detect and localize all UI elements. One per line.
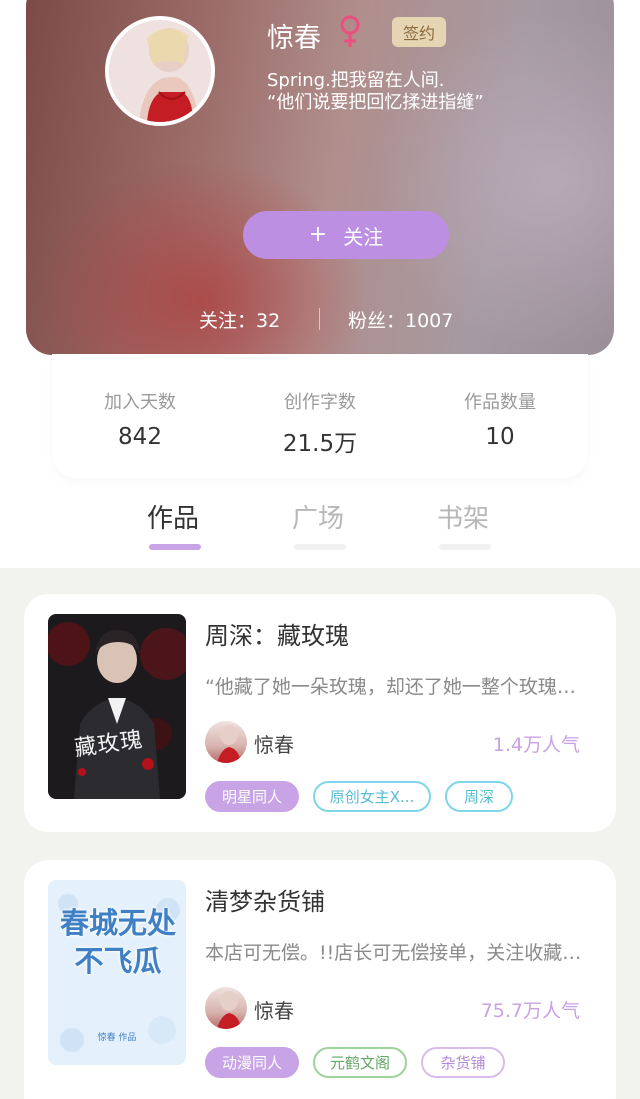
book-title[interactable]: 清梦杂货铺 [205,882,325,917]
author-name[interactable]: 惊春 [254,995,294,1024]
author-name[interactable]: 惊春 [254,729,294,758]
profile-name: 惊春 [267,23,321,54]
follow-button[interactable]: + 关注 [243,211,449,259]
signed-badge: 签约 [392,17,446,47]
tab-square[interactable]: 广场 [292,498,344,535]
stat-value: 10 [485,424,515,450]
book-cover-image-icon [48,614,186,799]
cover-subtitle: 惊春 作品 [97,1033,137,1043]
tag[interactable]: 杂货铺 [421,1047,505,1078]
stat-works-count: 作品数量 10 [420,388,580,450]
tab-bookshelf[interactable]: 书架 [437,498,489,535]
stat-label: 加入天数 [104,392,176,413]
book-card[interactable]: 春城无处不飞瓜 惊春 作品 清梦杂货铺 本店可无偿。!!店长可无偿接单，关注收藏… [24,860,616,1099]
book-card[interactable]: 藏玫瑰 周深：藏玫瑰 “他藏了她一朵玫瑰，却还了她一整个玫瑰园” 惊春 1.4万… [24,594,616,832]
follow-button-label: 关注 [343,224,384,249]
tag-list: 动漫同人 元鹤文阁 杂货铺 [205,1047,505,1078]
book-description: 本店可无偿。!!店长可无偿接单，关注收藏点赞即可 [205,942,585,964]
tab-works[interactable]: 作品 [147,498,199,535]
stats-card: 加入天数 842 创作字数 21.5万 作品数量 10 [52,354,588,478]
tag[interactable]: 动漫同人 [205,1047,299,1078]
popularity-count: 75.7万人气 [480,1000,580,1022]
tag[interactable]: 周深 [445,781,513,812]
plus-icon: + [308,222,328,247]
stat-value: 842 [118,424,162,450]
stat-joined-days: 加入天数 842 [60,388,220,450]
stat-value: 21.5万 [282,431,358,457]
author-photo-icon [217,725,241,763]
count-divider [319,308,320,330]
tag[interactable]: 原创女主X... [313,781,431,812]
stat-label: 创作字数 [284,392,356,413]
tag-list: 明星同人 原创女主X... 周深 [205,781,513,812]
cover-title: 春城无处不飞瓜 [59,906,176,978]
female-icon [340,15,360,47]
author-photo-icon [217,991,241,1029]
book-cover[interactable]: 藏玫瑰 [48,614,186,799]
popularity-count: 1.4万人气 [492,734,580,756]
stat-label: 作品数量 [464,392,536,413]
tab-square-indicator [294,544,346,550]
stat-word-count: 创作字数 21.5万 [240,388,400,458]
avatar-photo-icon [109,20,211,122]
tag[interactable]: 明星同人 [205,781,299,812]
profile-header: 惊春 签约 Spring.把我留在人间. “他们说要把回忆揉进指缝” + 关注 [26,0,614,355]
tag[interactable]: 元鹤文阁 [313,1047,407,1078]
book-title[interactable]: 周深：藏玫瑰 [205,616,349,651]
fans-count[interactable]: 粉丝：1007 [348,306,453,333]
author-avatar[interactable] [205,721,247,763]
profile-avatar[interactable] [105,16,215,126]
tab-works-indicator [149,544,201,550]
tab-bookshelf-indicator [439,544,491,550]
following-count[interactable]: 关注：32 [199,306,280,333]
book-description: “他藏了她一朵玫瑰，却还了她一整个玫瑰园” [205,676,585,698]
book-cover[interactable]: 春城无处不飞瓜 惊春 作品 [48,880,186,1065]
bio-line-2: “他们说要把回忆揉进指缝” [267,92,484,113]
author-avatar[interactable] [205,987,247,1029]
follow-counts: 关注：32 粉丝：1007 [0,306,640,332]
